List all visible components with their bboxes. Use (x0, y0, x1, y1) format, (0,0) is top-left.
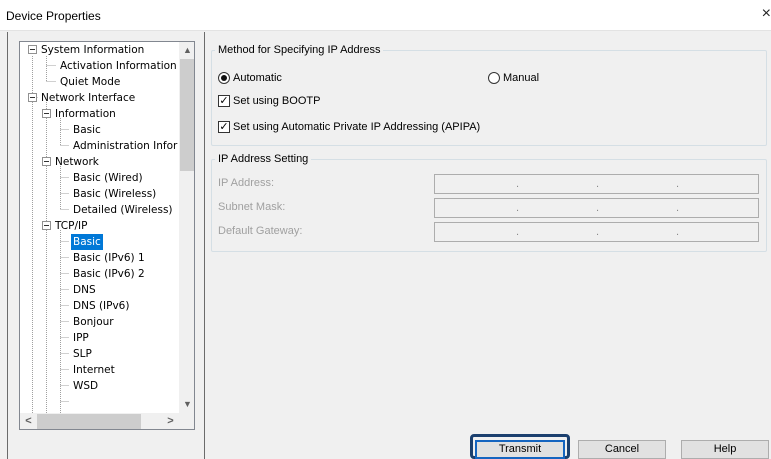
ip-address-field[interactable]: . . . (434, 174, 759, 194)
collapse-system-information-icon[interactable] (28, 45, 37, 54)
subnet-mask-label: Subnet Mask: (218, 201, 286, 213)
apipa-checkbox[interactable]: ✓ (218, 121, 230, 133)
settings-tree[interactable]: System Information Activation Informatio… (19, 41, 195, 430)
tree-item-detailed-wireless[interactable]: Detailed (Wireless) (71, 202, 175, 218)
tree-item-wsd[interactable]: WSD (71, 378, 100, 394)
help-button[interactable]: Help (681, 440, 769, 459)
bootp-label[interactable]: Set using BOOTP (233, 95, 320, 108)
automatic-radio[interactable] (218, 72, 230, 84)
subnet-mask-field[interactable]: . . . (434, 198, 759, 218)
ip-separator: . (516, 226, 520, 238)
bootp-checkbox[interactable]: ✓ (218, 95, 230, 107)
default-gateway-label: Default Gateway: (218, 225, 303, 237)
cancel-button[interactable]: Cancel (578, 440, 666, 459)
close-icon[interactable]: × (762, 6, 771, 22)
ip-separator: . (516, 178, 520, 190)
tree-item-bonjour[interactable]: Bonjour (71, 314, 116, 330)
tree-item-dns[interactable]: DNS (71, 282, 98, 298)
tree-item-slp[interactable]: SLP (71, 346, 94, 362)
tree-item-dns-ipv6[interactable]: DNS (IPv6) (71, 298, 131, 314)
manual-label[interactable]: Manual (503, 72, 539, 85)
automatic-label[interactable]: Automatic (233, 72, 282, 85)
scroll-up-icon[interactable]: ▲ (179, 42, 194, 59)
tree-item-basic-wireless[interactable]: Basic (Wireless) (71, 186, 158, 202)
tree-item-tcpip-basic[interactable]: Basic (71, 234, 103, 250)
tree-vertical-scrollbar[interactable]: ▲ ▼ (179, 42, 194, 413)
ip-separator: . (676, 178, 680, 190)
tree-horizontal-scrollbar[interactable]: < > (20, 413, 179, 429)
apipa-label[interactable]: Set using Automatic Private IP Addressin… (233, 121, 480, 134)
ip-address-label: IP Address: (218, 177, 275, 189)
tree-item-info-basic[interactable]: Basic (71, 122, 103, 138)
window-title: Device Properties (6, 9, 101, 23)
panel-divider (204, 32, 205, 459)
horizontal-scroll-thumb[interactable] (37, 414, 141, 429)
scroll-right-icon[interactable]: > (162, 413, 179, 429)
tree-item-basic-ipv6-2[interactable]: Basic (IPv6) 2 (71, 266, 147, 282)
tree-item-network[interactable]: Network (53, 154, 101, 170)
dialog-frame-left (7, 32, 8, 459)
collapse-tcpip-icon[interactable] (42, 221, 51, 230)
tree-item-activation-information[interactable]: Activation Information (58, 58, 179, 74)
scroll-left-icon[interactable]: < (20, 413, 37, 429)
tree-item-network-interface[interactable]: Network Interface (39, 90, 137, 106)
scrollbar-corner (179, 413, 194, 429)
tree-item-internet[interactable]: Internet (71, 362, 117, 378)
tree-item-administration-information[interactable]: Administration Infor (71, 138, 179, 154)
ip-separator: . (516, 202, 520, 214)
collapse-network-interface-icon[interactable] (28, 93, 37, 102)
tree-item-basic-ipv6-1[interactable]: Basic (IPv6) 1 (71, 250, 147, 266)
vertical-scroll-thumb[interactable] (180, 59, 194, 171)
tree-item-basic-wired[interactable]: Basic (Wired) (71, 170, 145, 186)
tree-item-ipp[interactable]: IPP (71, 330, 91, 346)
tree-item-quiet-mode[interactable]: Quiet Mode (58, 74, 122, 90)
ip-separator: . (676, 226, 680, 238)
title-bar: Device Properties × (0, 0, 771, 31)
ip-separator: . (596, 202, 600, 214)
tree-item-information[interactable]: Information (53, 106, 118, 122)
default-gateway-field[interactable]: . . . (434, 222, 759, 242)
collapse-network-icon[interactable] (42, 157, 51, 166)
ip-separator: . (676, 202, 680, 214)
collapse-information-icon[interactable] (42, 109, 51, 118)
ip-separator: . (596, 226, 600, 238)
ip-setting-group-title: IP Address Setting (215, 153, 312, 166)
ip-separator: . (596, 178, 600, 190)
scroll-down-icon[interactable]: ▼ (179, 396, 194, 413)
tree-item-system-information[interactable]: System Information (39, 42, 146, 58)
transmit-button[interactable]: Transmit (475, 440, 565, 459)
tree-item-tcpip[interactable]: TCP/IP (53, 218, 89, 234)
method-group-title: Method for Specifying IP Address (215, 44, 384, 57)
manual-radio[interactable] (488, 72, 500, 84)
